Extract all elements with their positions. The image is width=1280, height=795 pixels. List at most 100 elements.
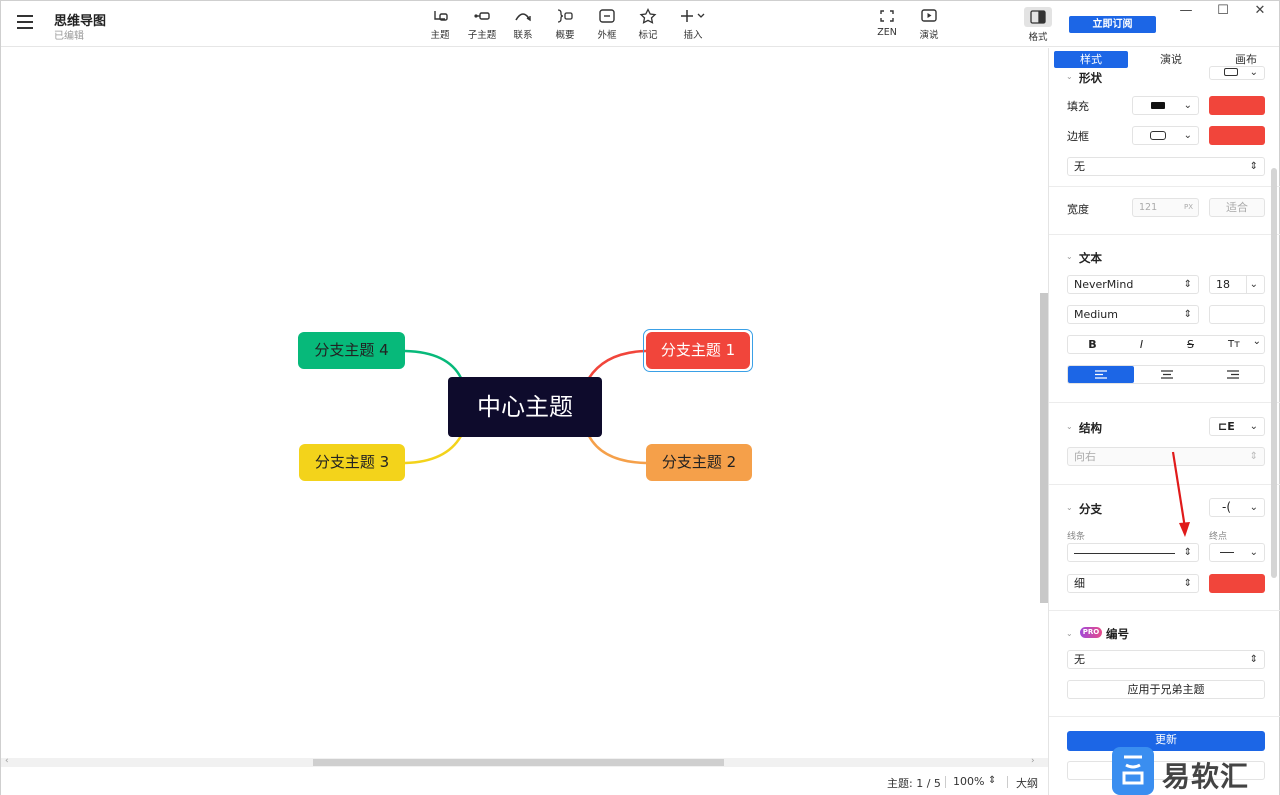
tab-style[interactable]: 样式 <box>1054 51 1128 68</box>
line-thickness-select[interactable]: 细 ⇕ <box>1067 574 1199 593</box>
close-button[interactable]: ✕ <box>1250 3 1270 21</box>
text-case-button[interactable]: Tт <box>1215 336 1253 353</box>
align-center-button[interactable] <box>1134 366 1200 383</box>
collapse-numbering-icon[interactable]: ⌄ <box>1066 629 1073 638</box>
italic-button[interactable]: I <box>1117 336 1166 353</box>
rect-shape-icon <box>1224 68 1238 76</box>
scroll-right-icon[interactable]: › <box>1031 756 1035 766</box>
zoom-level[interactable]: 100% <box>953 775 984 788</box>
summary-button[interactable]: 概要 <box>545 8 585 41</box>
line-style-select[interactable]: ⇕ <box>1067 543 1199 562</box>
outline-button[interactable]: 大纲 <box>1016 775 1038 791</box>
end-label: 终点 <box>1209 532 1228 542</box>
fit-button[interactable]: 适合 <box>1209 198 1265 217</box>
boundary-button[interactable]: 外框 <box>587 8 627 41</box>
fill-color-swatch[interactable] <box>1209 96 1265 115</box>
format-panel-toggle[interactable] <box>1024 7 1052 27</box>
line-label: 线条 <box>1067 532 1086 542</box>
boundary-icon <box>599 9 615 23</box>
divider <box>1049 484 1280 485</box>
tab-present[interactable]: 演说 <box>1134 51 1208 68</box>
apply-siblings-button[interactable]: 应用于兄弟主题 <box>1067 680 1265 699</box>
branch-topic-3[interactable]: 分支主题 3 <box>299 444 405 481</box>
menu-icon[interactable] <box>17 15 33 29</box>
structure-select[interactable]: 向右 ⇕ <box>1067 447 1265 466</box>
format-label: 格式 <box>1028 32 1048 43</box>
canvas-horizontal-scrollbar[interactable]: ‹ › <box>1 756 1048 767</box>
border-style-select[interactable]: ⌄ <box>1132 126 1199 145</box>
play-icon <box>921 9 937 22</box>
divider <box>945 776 946 788</box>
zen-button[interactable]: ZEN <box>867 8 907 38</box>
collapse-structure-icon[interactable]: ⌄ <box>1066 422 1073 431</box>
pro-badge: PRO <box>1080 627 1102 638</box>
topic-button[interactable]: 主题 <box>420 8 460 41</box>
scrollbar-thumb[interactable] <box>313 759 724 766</box>
divider <box>1049 610 1280 611</box>
align-left-button[interactable] <box>1068 366 1134 383</box>
bold-button[interactable]: B <box>1068 336 1117 353</box>
subtopic-icon <box>474 12 490 20</box>
watermark-text: 易软汇 <box>1162 760 1250 793</box>
zoom-stepper-icon[interactable]: ⇕ <box>988 775 996 786</box>
collapse-branch-icon[interactable]: ⌄ <box>1066 503 1073 512</box>
connector-4 <box>404 349 463 379</box>
font-weight-select[interactable]: Medium ⇕ <box>1067 305 1199 324</box>
relationship-label: 联系 <box>513 30 533 41</box>
collapse-text-icon[interactable]: ⌄ <box>1066 252 1073 261</box>
updown-icon: ⇕ <box>1249 451 1258 462</box>
branch-connector-select[interactable]: -( ⌄ <box>1209 498 1265 517</box>
fullscreen-icon <box>880 10 894 22</box>
width-input[interactable]: 121 PX <box>1132 198 1199 217</box>
branch-topic-4[interactable]: 分支主题 4 <box>298 332 405 369</box>
relationship-button[interactable]: 联系 <box>503 8 543 41</box>
border-shape-icon <box>1150 131 1166 140</box>
section-shape: 形状 <box>1079 71 1102 85</box>
scroll-left-icon[interactable]: ‹ <box>5 756 9 766</box>
chevron-down-icon: ⌄ <box>1249 67 1258 78</box>
border-color-swatch[interactable] <box>1209 126 1265 145</box>
text-align-buttons <box>1067 365 1265 384</box>
font-family-value: NeverMind <box>1074 278 1134 291</box>
line-color-swatch[interactable] <box>1209 574 1265 593</box>
updown-icon: ⇕ <box>1183 309 1192 320</box>
text-color-swatch[interactable] <box>1209 305 1265 324</box>
align-right-button[interactable] <box>1200 366 1266 383</box>
central-topic[interactable]: 中心主题 <box>448 377 602 437</box>
font-size-select[interactable]: 18 ⌄ <box>1209 275 1265 294</box>
chevron-down-icon: ⌄ <box>1249 421 1258 432</box>
mindmap-canvas[interactable]: 中心主题 分支主题 1 分支主题 2 分支主题 3 分支主题 4 <box>1 48 1048 758</box>
width-label: 宽度 <box>1067 203 1089 216</box>
panel-scrollbar[interactable] <box>1271 168 1277 578</box>
branch-topic-1[interactable]: 分支主题 1 <box>646 332 750 369</box>
border-pattern-select[interactable]: 无 ⇕ <box>1067 157 1265 176</box>
connector-3 <box>404 435 463 465</box>
align-right-icon <box>1227 370 1239 379</box>
line-end-select[interactable]: ⌄ <box>1209 543 1265 562</box>
numbering-select[interactable]: 无 ⇕ <box>1067 650 1265 669</box>
subscribe-button[interactable]: 立即订阅 <box>1069 16 1156 33</box>
star-icon <box>639 8 657 24</box>
present-button[interactable]: 演说 <box>909 8 949 41</box>
minimize-button[interactable]: — <box>1176 3 1196 21</box>
updown-icon: ⇕ <box>1183 279 1192 290</box>
strikethrough-button[interactable]: S <box>1166 336 1215 353</box>
section-structure: 结构 <box>1079 421 1102 435</box>
canvas-vertical-scrollbar[interactable] <box>1040 293 1048 603</box>
branch-topic-2[interactable]: 分支主题 2 <box>646 444 752 481</box>
chevron-down-icon[interactable]: ⌄ <box>1253 336 1261 347</box>
font-family-select[interactable]: NeverMind ⇕ <box>1067 275 1199 294</box>
solid-line-icon <box>1074 553 1175 554</box>
subtopic-button[interactable]: 子主题 <box>462 8 502 41</box>
structure-icon-select[interactable]: ⊏E ⌄ <box>1209 417 1265 436</box>
marker-button[interactable]: 标记 <box>628 8 668 41</box>
shape-select[interactable]: ⌄ <box>1209 66 1265 80</box>
updown-icon: ⇕ <box>1183 578 1192 589</box>
summary-icon <box>557 9 573 23</box>
collapse-shape-icon[interactable]: ⌄ <box>1066 72 1073 81</box>
numbering-value: 无 <box>1074 653 1085 666</box>
maximize-button[interactable]: ☐ <box>1213 3 1233 21</box>
insert-button[interactable]: 插入 <box>673 8 713 41</box>
fill-style-select[interactable]: ⌄ <box>1132 96 1199 115</box>
divider <box>1049 716 1280 717</box>
